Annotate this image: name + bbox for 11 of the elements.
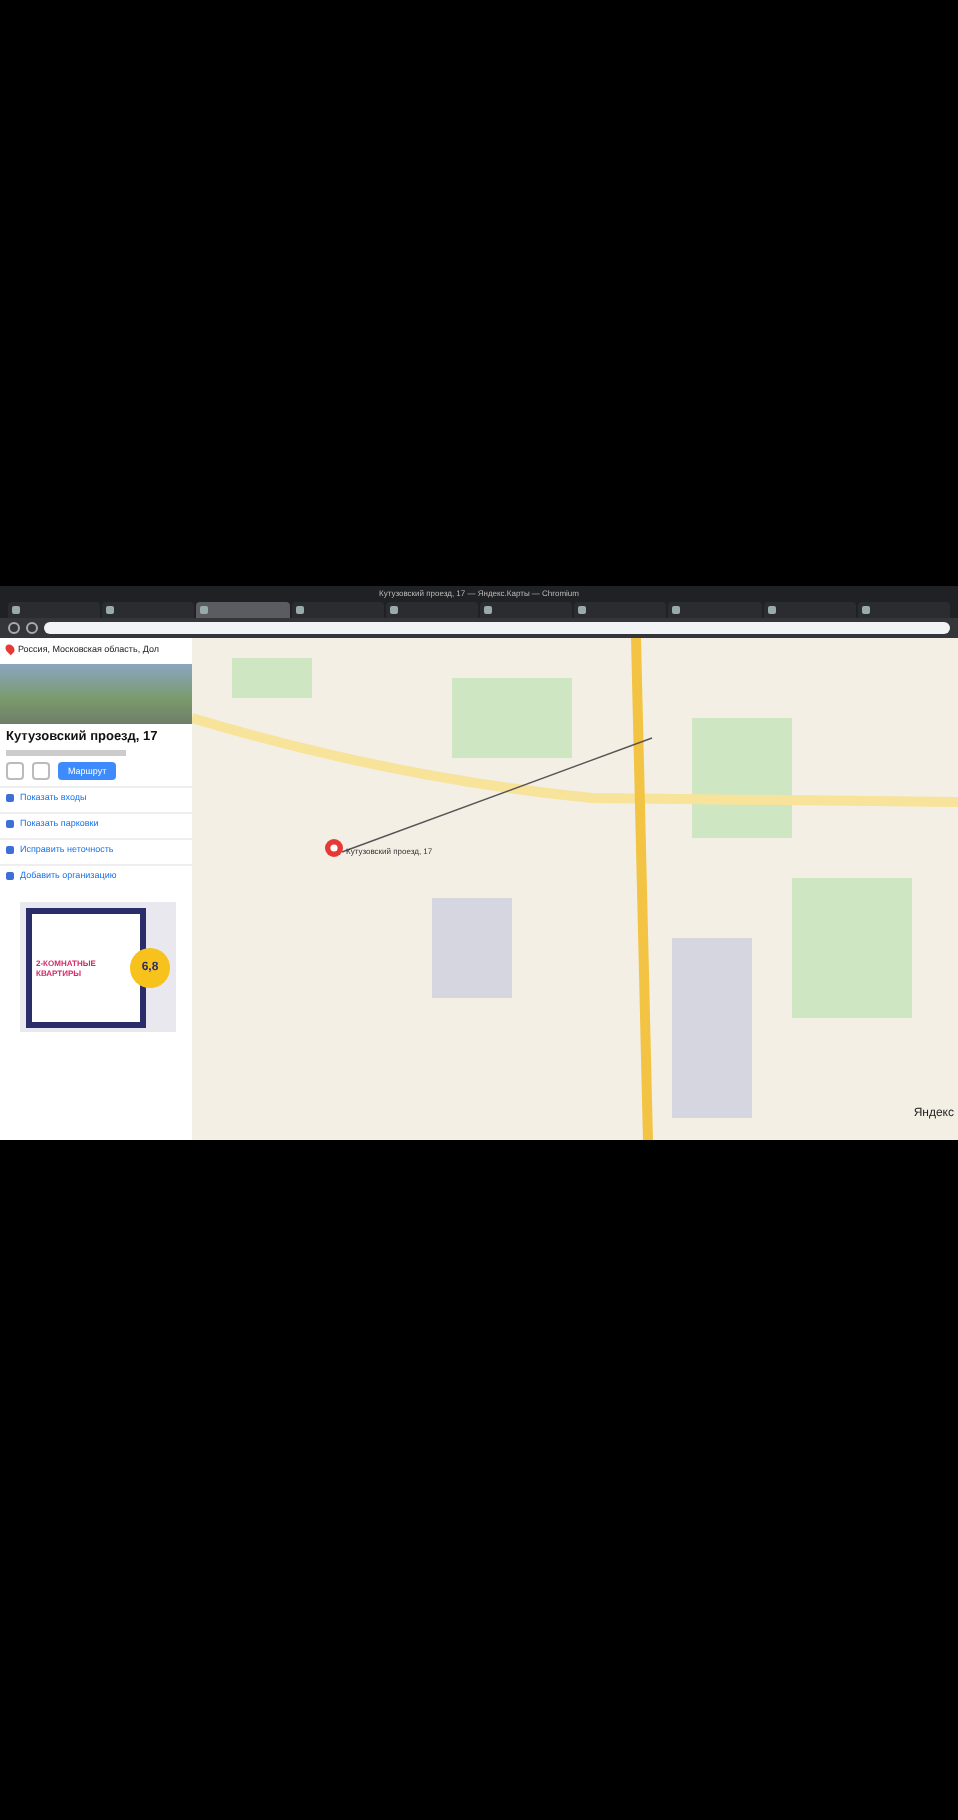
browser-tab[interactable] xyxy=(291,602,384,618)
browser-tab[interactable] xyxy=(385,602,479,618)
browser-tab[interactable] xyxy=(574,602,667,618)
address-line xyxy=(6,750,126,756)
browser-tab[interactable] xyxy=(857,602,951,618)
browser-tab[interactable] xyxy=(480,602,573,618)
browser-tab[interactable] xyxy=(8,602,101,618)
map-pin-icon[interactable] xyxy=(324,838,344,858)
browser-tab[interactable] xyxy=(763,602,856,618)
browser-tab[interactable] xyxy=(668,602,762,618)
browser-tab[interactable] xyxy=(102,602,195,618)
